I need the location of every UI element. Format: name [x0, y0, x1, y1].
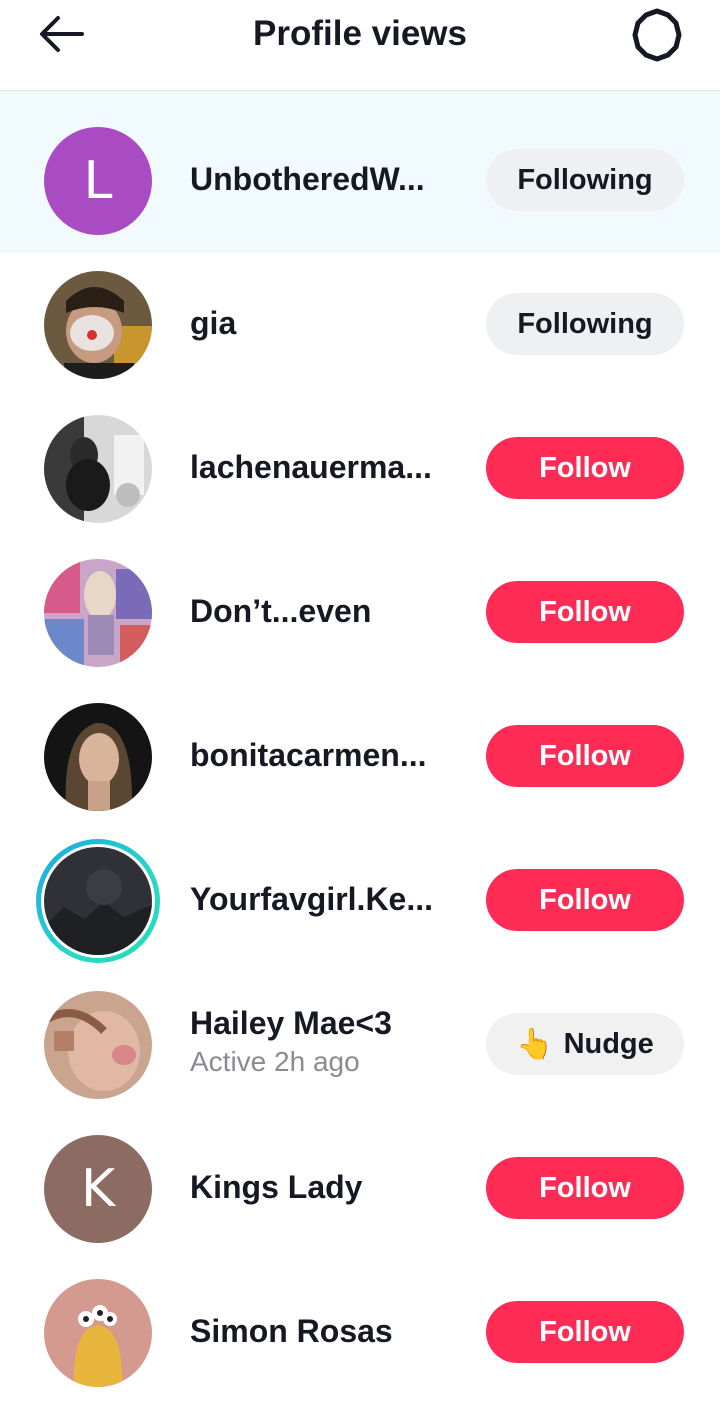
follow-button[interactable]: Follow [486, 1301, 684, 1363]
avatar[interactable] [44, 271, 152, 379]
following-button[interactable]: Following [486, 149, 684, 211]
gear-icon [632, 8, 682, 62]
follow-button[interactable]: Follow [486, 869, 684, 931]
back-arrow-icon [40, 16, 84, 52]
avatar-photo [44, 703, 152, 811]
avatar-photo [44, 1279, 152, 1387]
username: Don’t...even [190, 593, 372, 629]
list-item[interactable]: bonitacarmen... Follow [0, 685, 720, 829]
avatar-photo [44, 415, 152, 523]
list-item[interactable]: Don’t...even Follow [0, 541, 720, 685]
page-title: Profile views [253, 14, 467, 53]
list-item[interactable]: gia Following [0, 253, 720, 397]
avatar[interactable] [44, 559, 152, 667]
avatar[interactable]: L [44, 127, 152, 235]
avatar[interactable]: K [44, 1135, 152, 1243]
username: gia [190, 305, 237, 341]
story-ring[interactable] [36, 839, 160, 963]
follow-button[interactable]: Follow [486, 437, 684, 499]
username: Simon Rosas [190, 1313, 393, 1349]
username: UnbotheredW... [190, 161, 425, 197]
avatar[interactable] [44, 1279, 152, 1387]
avatar-photo [44, 559, 152, 667]
settings-button[interactable] [626, 6, 688, 64]
profile-views-list: L UnbotheredW... Following gia Following [0, 91, 720, 1405]
avatar[interactable] [44, 415, 152, 523]
back-button[interactable] [34, 10, 90, 58]
list-item[interactable]: L UnbotheredW... Following [0, 91, 720, 253]
avatar[interactable] [44, 991, 152, 1099]
list-item[interactable]: Yourfavgirl.Ke... Follow [0, 829, 720, 973]
following-button[interactable]: Following [486, 293, 684, 355]
avatar-letter: K [80, 1159, 116, 1219]
avatar [44, 847, 152, 955]
username: Hailey Mae<3 [190, 1005, 392, 1041]
list-item[interactable]: Simon Rosas Follow [0, 1261, 720, 1405]
follow-button[interactable]: Follow [486, 581, 684, 643]
username: bonitacarmen... [190, 737, 427, 773]
avatar-photo [44, 847, 152, 955]
avatar-photo [44, 271, 152, 379]
nudge-button[interactable]: 👆 Nudge [486, 1013, 684, 1075]
follow-button[interactable]: Follow [486, 725, 684, 787]
list-item[interactable]: K Kings Lady Follow [0, 1117, 720, 1261]
list-item[interactable]: lachenauerma... Follow [0, 397, 720, 541]
list-item[interactable]: Hailey Mae<3 Active 2h ago 👆 Nudge [0, 973, 720, 1117]
nudge-label: Nudge [563, 1027, 654, 1060]
pointing-hand-icon: 👆 [516, 1027, 554, 1061]
avatar[interactable] [44, 703, 152, 811]
username: Kings Lady [190, 1169, 363, 1205]
username: Yourfavgirl.Ke... [190, 881, 434, 917]
follow-button[interactable]: Follow [486, 1157, 684, 1219]
avatar-photo [44, 991, 152, 1099]
avatar-letter: L [83, 151, 113, 211]
activity-status: Active 2h ago [190, 1046, 360, 1077]
header: Profile views [0, 0, 720, 91]
username: lachenauerma... [190, 449, 432, 485]
